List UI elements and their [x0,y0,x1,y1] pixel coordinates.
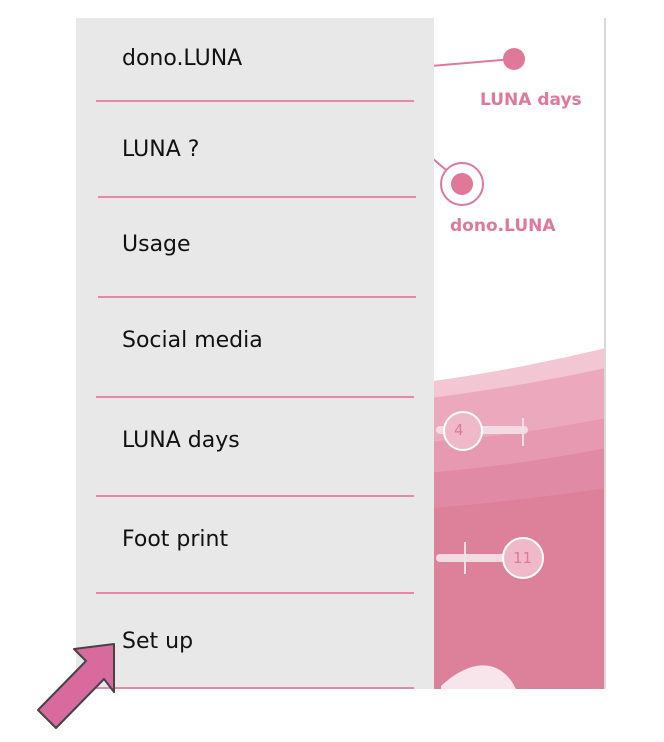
menu-label: Social media [122,328,263,353]
menu-item-social-media[interactable]: Social media [76,298,434,388]
pointer-arrow-icon [37,643,115,729]
menu-divider [96,687,414,689]
menu-item-luna-question[interactable]: LUNA ? [76,102,434,192]
dono-luna-dot [451,173,473,195]
menu-item-usage[interactable]: Usage [76,198,434,288]
menu-label: dono.LUNA [122,46,243,71]
menu-label: Usage [122,232,191,257]
menu-item-luna-days[interactable]: LUNA days [76,398,434,488]
navigation-drawer: dono.LUNA LUNA ? Usage Social media LUNA… [76,18,434,689]
menu-item-foot-print[interactable]: Foot print [76,497,434,587]
luna-days-map-label: LUNA days [480,90,582,110]
menu-label: Foot print [122,527,229,552]
slider-11-value[interactable]: 11 [513,549,532,567]
dono-luna-map-label: dono.LUNA [450,216,556,236]
slider-4-value[interactable]: 4 [454,421,464,439]
screen-edge [604,18,606,689]
menu-item-dono-luna[interactable]: dono.LUNA [76,18,434,108]
menu-label: LUNA days [122,428,240,453]
luna-days-dot [503,48,525,70]
menu-label: LUNA ? [122,137,200,162]
menu-label: Set up [122,629,194,654]
